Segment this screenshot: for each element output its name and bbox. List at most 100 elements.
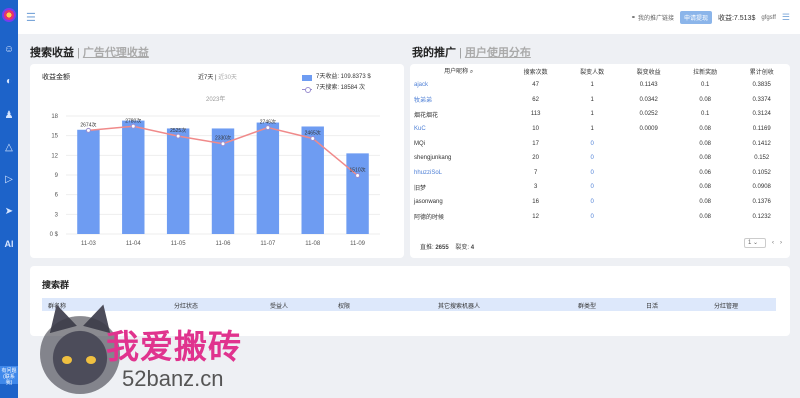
chart-bar	[256, 122, 280, 234]
point-label: 2674次	[80, 121, 96, 128]
send-icon[interactable]: ➤	[3, 206, 15, 218]
watermark-cat-eye	[86, 356, 96, 364]
table-row[interactable]: shengjunkang 20 0 0.08 0.152	[410, 151, 790, 166]
cell-referral-bonus: 0.08	[699, 155, 712, 162]
fission-count: 4	[470, 245, 475, 251]
income-total: 收益:7.513$	[717, 14, 756, 22]
cell-total-income: 0.1376	[752, 199, 771, 206]
cell-total-income: 0.1412	[752, 140, 771, 147]
pager: 1 ⌄ ‹ ›	[744, 238, 782, 248]
col-fission-users[interactable]: 裂变人数	[564, 64, 621, 78]
people-icon[interactable]: ♟	[3, 110, 15, 122]
play-icon[interactable]: ▷	[3, 174, 15, 186]
watermark: 我爱搬砖 52banz.cn	[40, 300, 270, 398]
tab-user-distribution[interactable]: 用户使用分布	[465, 47, 531, 59]
table-row[interactable]: 牧弟弟 62 1 0.0342 0.08 0.3374	[410, 93, 790, 108]
app-logo	[2, 8, 16, 22]
cell-fission-users: 1	[590, 82, 594, 89]
next-page-button[interactable]: ›	[780, 240, 782, 246]
col-fission-income[interactable]: 裂变收益	[620, 64, 677, 78]
ai-icon[interactable]: AI	[3, 238, 15, 250]
col-permission[interactable]: 权限	[338, 301, 350, 310]
chart-bar	[77, 129, 100, 234]
tab-search-income[interactable]: 搜索收益	[30, 47, 74, 59]
table-row[interactable]: 阿德的时候 12 0 0.08 0.1232	[410, 209, 790, 224]
col-other-bots[interactable]: 其它搜索机器人	[438, 301, 480, 310]
table-row[interactable]: hhuzziSoL 7 0 0.06 0.1052	[410, 166, 790, 181]
table-row[interactable]: MQi 17 0 0.08 0.1412	[410, 136, 790, 151]
col-search-count[interactable]: 搜索次数	[507, 64, 564, 78]
chart-point	[85, 127, 91, 133]
page-size-select[interactable]: 1 ⌄	[744, 238, 766, 248]
cell-search-count: 47	[532, 82, 539, 89]
cell-fission-users: 0	[590, 155, 594, 162]
cell-referral-bonus: 0.08	[699, 199, 712, 206]
tab-separator: |	[459, 47, 462, 59]
cell-nickname[interactable]: 烟花烟花	[410, 107, 507, 122]
col-dividend-manage[interactable]: 分红管理	[714, 301, 738, 310]
col-total-income[interactable]: 累计创收	[733, 64, 790, 78]
page-select-value: 1	[748, 240, 752, 246]
x-tick-label: 11-06	[216, 241, 232, 247]
table-row[interactable]: 旧梦 3 0 0.08 0.0908	[410, 180, 790, 195]
user-icon[interactable]: ☺	[3, 44, 15, 56]
chart-icon[interactable]: ◐	[3, 76, 15, 88]
chart-bar	[122, 120, 145, 234]
point-label: 2525次	[170, 127, 186, 134]
help-badge[interactable]: 有问题(联系我)	[0, 366, 18, 386]
username[interactable]: gfgsff	[761, 15, 776, 21]
cell-nickname[interactable]: ajack	[410, 78, 507, 93]
promotion-heading: 我的推广 | 用户使用分布	[412, 44, 531, 60]
cell-total-income: 0.3835	[752, 82, 771, 89]
y-tick-label: 12	[51, 153, 58, 159]
chart-point	[310, 135, 316, 141]
cell-fission-users: 0	[590, 213, 594, 220]
table-row[interactable]: ajack 47 1 0.1143 0.1 0.3835	[410, 78, 790, 93]
cell-nickname[interactable]: 阿德的时候	[410, 209, 507, 224]
table-row[interactable]: KuC 10 1 0.0009 0.08 0.1169	[410, 122, 790, 137]
col-group-type[interactable]: 群类型	[578, 301, 596, 310]
cell-referral-bonus: 0.1	[701, 82, 710, 89]
tab-separator: |	[77, 47, 80, 59]
cell-nickname[interactable]: KuC	[410, 122, 507, 137]
chart-point	[355, 172, 361, 178]
cell-nickname[interactable]: 旧梦	[410, 180, 507, 195]
table-header-row: 用户昵称 ⌕ 搜索次数 裂变人数 裂变收益 拉新奖励 累计创收	[410, 64, 790, 78]
cell-referral-bonus: 0.08	[699, 213, 712, 220]
col-beneficiary[interactable]: 受益人	[270, 301, 288, 310]
hamburger-icon[interactable]: ☰	[782, 12, 790, 23]
cell-total-income: 0.152	[754, 155, 770, 162]
point-label: 2330次	[215, 135, 231, 142]
x-tick-label: 11-04	[126, 241, 142, 247]
withdraw-button[interactable]: 申请提现	[679, 11, 712, 24]
point-label: 2746次	[260, 119, 276, 126]
prev-page-button[interactable]: ‹	[772, 240, 774, 246]
shield-icon[interactable]: △	[3, 142, 15, 154]
col-referral-bonus[interactable]: 拉新奖励	[677, 64, 734, 78]
cell-fission-users: 0	[590, 169, 594, 176]
cell-nickname[interactable]: shengjunkang	[410, 151, 507, 166]
tab-ad-income[interactable]: 广告代理收益	[83, 47, 149, 59]
cell-nickname[interactable]: 牧弟弟	[410, 93, 507, 108]
cell-total-income: 0.1169	[752, 126, 771, 133]
cell-nickname[interactable]: MQi	[410, 136, 507, 151]
tab-my-promotion[interactable]: 我的推广	[412, 47, 456, 59]
cell-fission-income	[620, 151, 677, 166]
cell-fission-income: 0.0252	[639, 111, 658, 118]
share-link[interactable]: ⚭ 我的推广链接	[631, 13, 674, 22]
cell-fission-income	[620, 209, 677, 224]
chart-point	[220, 141, 226, 147]
col-nickname[interactable]: 用户昵称 ⌕	[410, 64, 507, 78]
cell-search-count: 17	[532, 140, 539, 147]
table-row[interactable]: jasonwang 16 0 0.08 0.1376	[410, 195, 790, 210]
table-row[interactable]: 烟花烟花 113 1 0.0252 0.1 0.3124	[410, 107, 790, 122]
cell-referral-bonus: 0.08	[699, 140, 712, 147]
cell-search-count: 3	[533, 184, 538, 191]
cell-nickname[interactable]: jasonwang	[410, 195, 507, 210]
search-icon[interactable]: ⌕	[468, 69, 473, 75]
cell-search-count: 16	[532, 199, 539, 206]
y-tick-label: 9	[55, 173, 59, 179]
menu-toggle-icon[interactable]: ☰	[26, 11, 36, 24]
cell-nickname[interactable]: hhuzziSoL	[410, 166, 507, 181]
col-daily-active[interactable]: 日活	[646, 301, 658, 310]
